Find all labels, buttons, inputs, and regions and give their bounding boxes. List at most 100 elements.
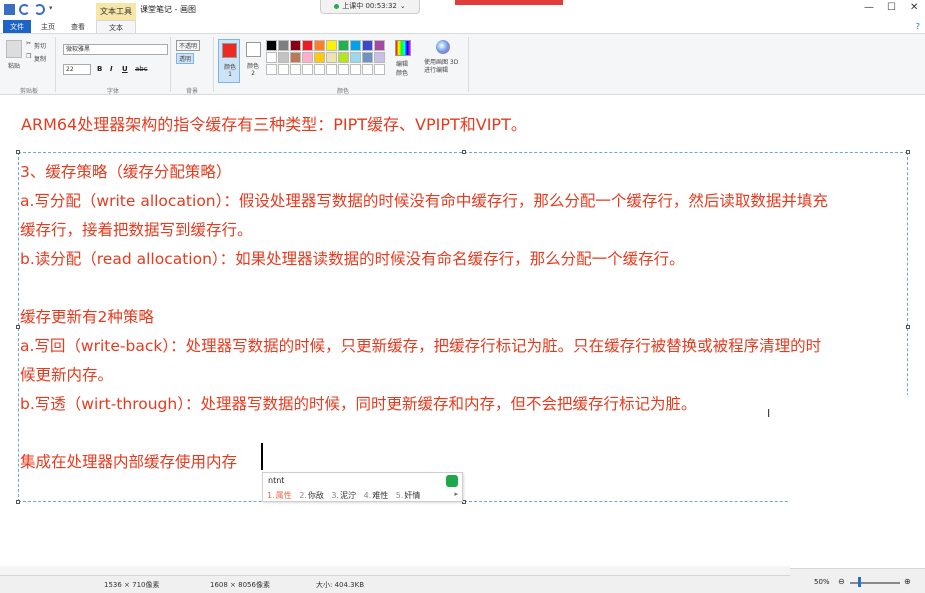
underline-button[interactable]: U xyxy=(122,65,128,73)
maximize-button[interactable]: ☐ xyxy=(887,2,896,13)
horizontal-scrollbar[interactable] xyxy=(0,566,790,575)
palette-swatch[interactable] xyxy=(326,52,337,63)
candidate-number: 4. xyxy=(363,491,372,500)
palette-swatch[interactable] xyxy=(338,40,349,51)
font-family-select[interactable]: 微软雅黑 xyxy=(63,44,168,55)
transparent-button[interactable]: 透明 xyxy=(176,53,195,64)
zoom-in-button[interactable]: ⊕ xyxy=(904,577,911,586)
save-icon[interactable] xyxy=(4,4,15,15)
palette-swatch[interactable] xyxy=(302,40,313,51)
status-bar: 1536 × 710像素 1608 × 8056像素 大小: 404.3KB xyxy=(0,575,925,593)
palette-swatch[interactable] xyxy=(362,52,373,63)
resize-handle[interactable] xyxy=(906,325,910,329)
text-line: 缓存行，接着把数据写到缓存行。 xyxy=(20,221,253,239)
paint-window: ▾ 文本工具 课堂笔记 - 画图 上课中 00:53:32 ⌄ — ☐ ✕ 文件 … xyxy=(0,0,925,593)
candidate-item[interactable]: 你敌 xyxy=(308,491,324,500)
palette-swatch[interactable] xyxy=(326,40,337,51)
zoom-out-button[interactable]: ⊖ xyxy=(838,577,845,586)
text-line: 3、缓存策略（缓存分配策略） xyxy=(20,163,232,181)
palette-swatch[interactable] xyxy=(374,40,385,51)
palette-swatch[interactable] xyxy=(266,52,277,63)
palette-swatch[interactable] xyxy=(266,64,277,75)
paint-3d-icon[interactable] xyxy=(436,40,450,54)
palette-swatch[interactable] xyxy=(374,64,385,75)
candidate-item[interactable]: 奸情 xyxy=(404,491,420,500)
undo-icon[interactable] xyxy=(19,4,30,15)
tab-view[interactable]: 查看 xyxy=(64,20,92,34)
text-line: b.写透（wirt-through）：处理器写数据的时候，同时更新缓存和内存，但… xyxy=(20,395,697,413)
next-page-icon[interactable]: ▸ xyxy=(454,490,458,498)
palette-swatch[interactable] xyxy=(278,40,289,51)
palette-swatch[interactable] xyxy=(266,40,277,51)
file-size: 大小: 404.3KB xyxy=(316,581,365,589)
italic-button[interactable]: I xyxy=(110,65,113,73)
divider xyxy=(170,37,171,92)
palette-swatch[interactable] xyxy=(314,52,325,63)
palette-swatch[interactable] xyxy=(338,64,349,75)
color-1-button[interactable]: 颜色 1 xyxy=(218,39,240,83)
palette-swatch[interactable] xyxy=(290,40,301,51)
palette-swatch[interactable] xyxy=(290,64,301,75)
palette-swatch[interactable] xyxy=(290,52,301,63)
paste-icon[interactable] xyxy=(6,40,22,58)
redo-icon[interactable] xyxy=(34,4,45,15)
tab-text[interactable]: 文本 xyxy=(96,20,136,34)
divider xyxy=(55,37,56,92)
typing-line[interactable]: 集成在处理器内部缓存使用内存 xyxy=(20,450,237,472)
bold-button[interactable]: B xyxy=(97,65,102,73)
tab-file[interactable]: 文件 xyxy=(3,20,31,34)
edit-colors-button[interactable]: 编辑颜色 xyxy=(396,59,412,77)
palette-swatch[interactable] xyxy=(350,52,361,63)
candidate-number: 1. xyxy=(267,491,275,500)
palette-swatch[interactable] xyxy=(302,64,313,75)
help-icon[interactable]: ? xyxy=(916,22,920,31)
candidate-item[interactable]: 属性 xyxy=(276,491,292,500)
palette-swatch[interactable] xyxy=(278,64,289,75)
paint-3d-button[interactable]: 使用画图 3D 进行编辑 xyxy=(424,59,464,75)
palette-swatch[interactable] xyxy=(314,40,325,51)
edit-colors-icon[interactable] xyxy=(395,40,411,56)
zoom-slider-thumb[interactable] xyxy=(858,577,861,587)
cursor-position: 1536 × 710像素 xyxy=(104,581,160,589)
color-2-swatch xyxy=(246,42,261,57)
color-1-label: 颜色 1 xyxy=(223,64,236,78)
palette-swatch[interactable] xyxy=(314,64,325,75)
candidate-item[interactable]: 难性 xyxy=(372,491,388,500)
resize-handle[interactable] xyxy=(462,150,466,154)
minimize-button[interactable]: — xyxy=(864,2,874,13)
candidate-item[interactable]: 泥泞 xyxy=(340,491,356,500)
text-line: a.写回（write-back）：处理器写数据的时候，只更新缓存，把缓存行标记为… xyxy=(20,337,822,355)
palette-swatch[interactable] xyxy=(374,52,385,63)
ime-logo-icon xyxy=(446,475,458,487)
palette-swatch[interactable] xyxy=(338,52,349,63)
zoom-panel xyxy=(790,395,925,570)
palette-swatch[interactable] xyxy=(362,40,373,51)
ime-candidate-window[interactable]: ntnt 1.属性 2.你敌 3.泥泞 4.难性 5.奸情 ▸ xyxy=(262,472,463,502)
scissors-icon[interactable]: ✂ xyxy=(26,40,31,47)
text-line: 缓存更新有2种策略 xyxy=(20,308,154,326)
resize-handle[interactable] xyxy=(906,150,910,154)
paste-button[interactable]: 粘贴 xyxy=(8,61,20,70)
text-line: a.写分配（write allocation）：假设处理器写数据的时候没有命中缓… xyxy=(20,192,828,210)
opaque-button[interactable]: 不透明 xyxy=(176,40,201,51)
font-size-select[interactable]: 22 xyxy=(63,64,91,75)
resize-handle[interactable] xyxy=(16,500,20,504)
palette-swatch[interactable] xyxy=(350,64,361,75)
recording-indicator[interactable]: 上课中 00:53:32 ⌄ xyxy=(320,0,420,14)
palette-swatch[interactable] xyxy=(362,64,373,75)
close-button[interactable]: ✕ xyxy=(910,2,918,13)
customize-qat-icon[interactable]: ▾ xyxy=(49,4,60,15)
copy-button[interactable]: 复制 xyxy=(34,54,46,63)
resize-handle[interactable] xyxy=(16,150,20,154)
title-bar: ▾ 文本工具 课堂笔记 - 画图 上课中 00:53:32 ⌄ — ☐ ✕ xyxy=(0,0,925,20)
tab-home[interactable]: 主页 xyxy=(34,20,62,34)
copy-icon[interactable]: ❐ xyxy=(26,53,31,60)
color-1-swatch xyxy=(222,43,237,58)
palette-swatch[interactable] xyxy=(326,64,337,75)
strikethrough-button[interactable]: abc xyxy=(135,65,148,73)
palette-swatch[interactable] xyxy=(278,52,289,63)
palette-swatch[interactable] xyxy=(302,52,313,63)
cut-button[interactable]: 剪切 xyxy=(34,41,46,50)
drawing-canvas[interactable]: ARM64处理器架构的指令缓存有三种类型：PIPT缓存、VPIPT和VIPT。 … xyxy=(0,96,925,566)
palette-swatch[interactable] xyxy=(350,40,361,51)
